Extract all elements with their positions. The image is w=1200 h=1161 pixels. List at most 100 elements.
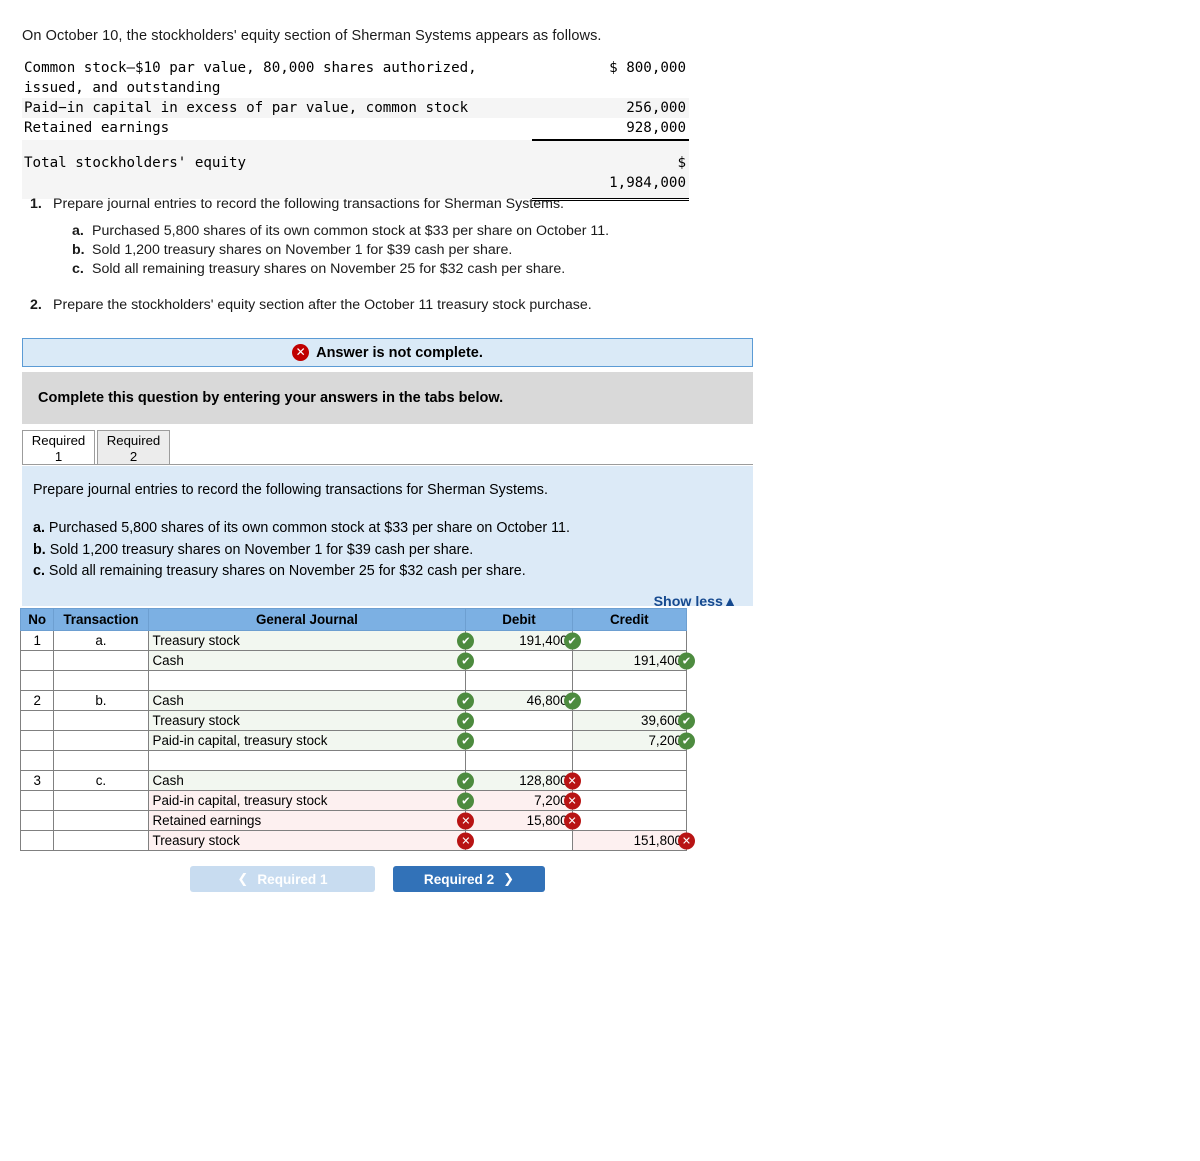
requirement-number: 1. <box>30 196 42 212</box>
journal-cell-transaction[interactable] <box>53 710 149 731</box>
journal-cell-no[interactable] <box>19 710 55 731</box>
journal-entry-row: Paid-in capital, treasury stock ✔ 7,200 ✕ <box>19 790 688 811</box>
journal-cell-transaction[interactable] <box>53 810 149 831</box>
journal-cell-credit[interactable] <box>571 690 688 711</box>
journal-cell-debit[interactable]: 128,800 ✕ <box>465 770 581 791</box>
journal-cell-account[interactable]: Cash ✔ <box>147 690 475 711</box>
journal-header-general-journal: General Journal <box>147 608 467 631</box>
tab-label-line1: Required <box>31 433 86 448</box>
transaction-text: Sold 1,200 treasury shares on November 1… <box>49 541 474 558</box>
journal-cell-debit[interactable]: 15,800 ✕ <box>465 810 581 831</box>
x-circle-icon: ✕ <box>563 792 581 809</box>
transaction-item-b: b. Sold 1,200 treasury shares on Novembe… <box>72 242 609 258</box>
journal-cell-no[interactable] <box>19 810 55 831</box>
requirement-text: Prepare the stockholders' equity section… <box>53 297 592 313</box>
required-2-next-button[interactable]: Required 2 ❯ <box>393 866 545 892</box>
journal-cell-debit[interactable]: 191,400 ✔ <box>465 630 581 651</box>
journal-header-row: No Transaction General Journal Debit Cre… <box>19 608 688 631</box>
journal-entry-row: 3 c. Cash ✔ 128,800 ✕ <box>19 770 688 791</box>
equity-amount: $ 800,000 <box>609 60 686 76</box>
instruction-band: Complete this question by entering your … <box>22 372 753 424</box>
check-circle-icon: ✔ <box>678 652 695 669</box>
caret-up-icon: ▲ <box>722 593 737 610</box>
journal-cell-account[interactable]: Cash ✔ <box>147 770 475 791</box>
instruction-band-text: Complete this question by entering your … <box>38 390 504 406</box>
journal-cell-transaction[interactable]: c. <box>53 770 149 791</box>
requirement-1-block: 1. Prepare journal entries to record the… <box>30 196 609 280</box>
tab-strip: Required 1 Required 2 <box>22 430 753 465</box>
equity-total-amount: $ 1,984,000 <box>532 148 689 201</box>
journal-cell-credit[interactable] <box>571 810 688 831</box>
journal-cell-debit <box>465 750 573 771</box>
journal-cell-account[interactable]: Retained earnings ✕ <box>147 810 475 831</box>
journal-spacer-row <box>19 750 688 771</box>
required-1-prev-button[interactable]: ❮ Required 1 <box>190 866 375 892</box>
transaction-text: Sold 1,200 treasury shares on November 1… <box>92 242 513 258</box>
journal-cell-transaction <box>53 670 149 691</box>
journal-cell-account[interactable]: Cash ✔ <box>147 650 475 671</box>
journal-cell-credit[interactable]: 39,600 ✔ <box>571 710 695 731</box>
journal-spacer-row <box>19 670 688 691</box>
journal-cell-no[interactable]: 3 <box>19 770 55 791</box>
journal-cell-debit[interactable] <box>465 830 573 851</box>
journal-cell-account[interactable]: Treasury stock ✔ <box>147 630 475 651</box>
journal-cell-credit[interactable]: 7,200 ✔ <box>571 730 695 751</box>
journal-cell-credit[interactable] <box>571 790 688 811</box>
journal-cell-credit <box>571 670 688 691</box>
journal-cell-account[interactable]: Paid-in capital, treasury stock ✔ <box>147 790 475 811</box>
journal-cell-credit[interactable] <box>571 770 688 791</box>
journal-cell-no[interactable]: 2 <box>19 690 55 711</box>
next-button-label: Required 2 <box>423 871 495 887</box>
journal-cell-debit[interactable]: 46,800 ✔ <box>465 690 581 711</box>
journal-cell-transaction[interactable] <box>53 830 149 851</box>
transaction-letter: b. <box>72 242 85 258</box>
transaction-item-a: a. Purchased 5,800 shares of its own com… <box>72 223 609 239</box>
journal-cell-account[interactable]: Treasury stock ✕ <box>147 830 475 851</box>
info-panel-transaction-c: c. Sold all remaining treasury shares on… <box>33 561 737 582</box>
chevron-right-icon: ❯ <box>503 871 515 887</box>
journal-cell-transaction[interactable]: b. <box>53 690 149 711</box>
tab-label-line2: 1 <box>54 448 63 464</box>
journal-cell-transaction[interactable] <box>53 650 149 671</box>
journal-cell-account[interactable]: Paid-in capital, treasury stock ✔ <box>147 730 475 751</box>
journal-cell-no[interactable] <box>19 650 55 671</box>
tab-label-line1: Required <box>106 433 161 448</box>
stockholders-equity-table: Common stock—$10 par value, 80,000 share… <box>22 58 689 201</box>
journal-cell-debit[interactable]: 7,200 ✕ <box>465 790 581 811</box>
journal-cell-debit[interactable] <box>465 650 573 671</box>
requirement-line: 2. Prepare the stockholders' equity sect… <box>30 297 592 313</box>
transaction-letter: a. <box>33 520 45 537</box>
journal-cell-transaction[interactable]: a. <box>53 630 149 651</box>
journal-cell-no[interactable] <box>19 830 55 851</box>
info-panel-transaction-b: b. Sold 1,200 treasury shares on Novembe… <box>33 540 737 561</box>
transaction-letter: c. <box>33 563 45 580</box>
check-circle-icon: ✔ <box>457 772 475 789</box>
journal-cell-no <box>19 750 55 771</box>
check-circle-icon: ✔ <box>563 632 581 649</box>
journal-cell-no[interactable] <box>19 730 55 751</box>
journal-entry-row: 2 b. Cash ✔ 46,800 ✔ <box>19 690 688 711</box>
check-circle-icon: ✔ <box>457 712 475 729</box>
journal-cell-credit[interactable]: 191,400 ✔ <box>571 650 695 671</box>
journal-cell-credit[interactable] <box>571 630 688 651</box>
check-circle-icon: ✔ <box>678 712 695 729</box>
journal-cell-no[interactable]: 1 <box>19 630 55 651</box>
requirement-2-block: 2. Prepare the stockholders' equity sect… <box>30 297 592 313</box>
intro-text: On October 10, the stockholders' equity … <box>22 28 602 44</box>
info-panel-transaction-a: a. Purchased 5,800 shares of its own com… <box>33 518 737 539</box>
journal-body: 1 a. Treasury stock ✔ 191,400 ✔ Cash ✔ 191,400 ✔ 2… <box>19 630 695 851</box>
transaction-text: Sold all remaining treasury shares on No… <box>48 563 526 580</box>
requirement-line: 1. Prepare journal entries to record the… <box>30 196 609 212</box>
journal-cell-transaction[interactable] <box>53 730 149 751</box>
equity-label: Retained earnings <box>24 120 170 137</box>
tab-required-1[interactable]: Required 1 <box>22 430 95 464</box>
tab-required-2[interactable]: Required 2 <box>97 430 170 464</box>
journal-cell-credit[interactable]: 151,800 ✕ <box>571 830 695 851</box>
journal-cell-debit[interactable] <box>465 730 573 751</box>
journal-cell-no[interactable] <box>19 790 55 811</box>
general-journal-table: No Transaction General Journal Debit Cre… <box>19 608 695 851</box>
journal-cell-debit[interactable] <box>465 710 573 731</box>
journal-cell-account[interactable]: Treasury stock ✔ <box>147 710 475 731</box>
journal-cell-transaction[interactable] <box>53 790 149 811</box>
question-info-panel: Prepare journal entries to record the fo… <box>22 466 753 610</box>
